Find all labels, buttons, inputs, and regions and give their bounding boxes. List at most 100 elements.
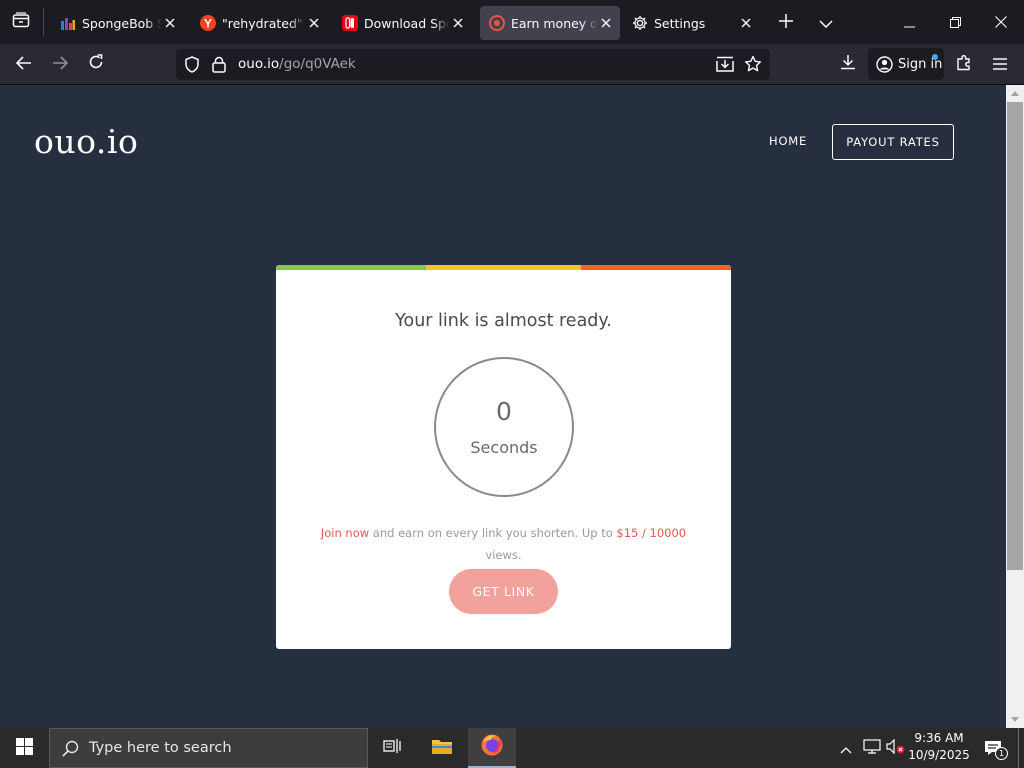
- nav-home-link[interactable]: HOME: [769, 134, 807, 148]
- search-icon: [62, 740, 79, 757]
- stripe-segment-yellow: [426, 265, 581, 270]
- notification-icon: 1: [984, 740, 1008, 760]
- reload-icon: [88, 54, 104, 74]
- tab-title: Download SpongeBob: [364, 15, 450, 31]
- tab-ouo-earn-money[interactable]: Earn money on short links: [480, 6, 620, 40]
- tab-settings[interactable]: Settings: [620, 6, 762, 40]
- url-path: /go/q0VAek: [279, 56, 356, 72]
- back-button[interactable]: [8, 48, 40, 80]
- windows-logo-icon: [15, 737, 33, 759]
- show-hidden-icons-button[interactable]: [836, 728, 856, 768]
- close-tab-icon[interactable]: [450, 15, 466, 31]
- link-ready-card: Your link is almost ready. 0 Seconds Joi…: [276, 265, 731, 649]
- puzzle-piece-icon: [956, 54, 973, 75]
- promo-suffix: views.: [485, 548, 522, 562]
- folder-icon: [431, 737, 453, 759]
- restore-icon: [949, 13, 961, 32]
- file-explorer-taskbar-button[interactable]: [420, 728, 464, 768]
- yandex-icon: [200, 15, 216, 31]
- tab-title: SpongeBob Squarepants: [82, 15, 162, 31]
- reload-button[interactable]: [80, 48, 112, 80]
- close-tab-icon[interactable]: [738, 15, 754, 31]
- action-center-button[interactable]: 1: [978, 728, 1008, 768]
- close-window-button[interactable]: [978, 0, 1024, 44]
- forward-button[interactable]: [44, 48, 76, 80]
- start-button[interactable]: [0, 728, 48, 768]
- stripe-segment-orange: [581, 265, 731, 270]
- page-scrollbar[interactable]: [1006, 85, 1024, 728]
- show-desktop-button[interactable]: [1018, 728, 1019, 768]
- firefox-taskbar-button[interactable]: [468, 728, 516, 768]
- plus-icon: [779, 13, 793, 32]
- nav-payout-rates-button[interactable]: PAYOUT RATES: [832, 124, 954, 160]
- save-to-pocket-icon[interactable]: [716, 56, 734, 77]
- site-logo[interactable]: ouo.io: [34, 122, 138, 161]
- network-status-button[interactable]: [860, 728, 884, 768]
- task-view-icon: [383, 738, 401, 758]
- minimize-window-button[interactable]: [886, 0, 932, 44]
- volume-button[interactable]: [884, 728, 906, 768]
- tab-spongebob[interactable]: SpongeBob Squarepants: [48, 6, 184, 40]
- firefox-view-button[interactable]: [0, 0, 42, 44]
- hamburger-menu-icon: [993, 55, 1007, 74]
- restore-window-button[interactable]: [932, 0, 978, 44]
- taskbar-search-box[interactable]: Type here to search: [49, 728, 368, 768]
- app-menu-button[interactable]: [984, 48, 1016, 80]
- tab-title: "rehydrated" "nsp": [222, 15, 306, 31]
- card-title: Your link is almost ready.: [395, 311, 612, 331]
- notification-dot: [932, 54, 938, 60]
- lock-icon[interactable]: [212, 56, 226, 77]
- clock-date: 10/9/2025: [908, 748, 970, 762]
- list-all-tabs-button[interactable]: [810, 0, 842, 44]
- new-tab-button[interactable]: [770, 0, 802, 44]
- windows-taskbar: Type here to search 9:36 AM 10/9/2025 1: [0, 728, 1024, 768]
- scroll-down-arrow-icon[interactable]: [1006, 711, 1024, 728]
- close-tab-icon[interactable]: [162, 15, 178, 31]
- chevron-up-icon: [840, 739, 852, 758]
- account-sign-in-button[interactable]: Sign in: [868, 48, 944, 80]
- get-link-button[interactable]: GET LINK: [449, 569, 558, 614]
- close-tab-icon[interactable]: [598, 15, 614, 31]
- tab-title: Settings: [654, 15, 706, 31]
- tab-divider: [43, 8, 44, 36]
- bookmark-star-icon[interactable]: [744, 55, 762, 77]
- tv-logo-icon: [60, 15, 76, 31]
- url-text[interactable]: ouo.io/go/q0VAek: [238, 49, 356, 80]
- close-tab-icon[interactable]: [306, 15, 322, 31]
- ouo-target-icon: [489, 15, 505, 31]
- close-icon: [995, 13, 1007, 32]
- tracking-protection-shield-icon[interactable]: [184, 56, 200, 77]
- countdown-circle: 0 Seconds: [434, 357, 574, 497]
- arrow-right-icon: [52, 55, 69, 74]
- downloads-button[interactable]: [832, 48, 864, 80]
- url-host: ouo.io: [238, 56, 280, 72]
- task-view-button[interactable]: [370, 728, 414, 768]
- clock-time: 9:36 AM: [914, 731, 964, 745]
- scroll-up-arrow-icon[interactable]: [1006, 85, 1024, 102]
- address-bar[interactable]: ouo.io/go/q0VAek: [176, 49, 770, 80]
- minimize-icon: [903, 13, 915, 32]
- payout-rate: $15 / 10000: [616, 526, 687, 540]
- notification-count-badge: 1: [995, 747, 1008, 760]
- switch-console-icon: [342, 15, 358, 31]
- webpage-viewport: ouo.io HOME PAYOUT RATES Your link is al…: [0, 85, 1006, 728]
- chevron-down-icon: [819, 13, 833, 32]
- promo-text: Join now and earn on every link you shor…: [320, 522, 687, 566]
- card-color-stripe: [276, 265, 731, 270]
- search-placeholder: Type here to search: [89, 740, 232, 756]
- promo-body: and earn on every link you shorten. Up t…: [369, 526, 617, 540]
- extensions-button[interactable]: [948, 48, 980, 80]
- account-icon: [876, 55, 893, 73]
- taskbar-clock[interactable]: 9:36 AM 10/9/2025: [906, 730, 972, 764]
- join-now-link[interactable]: Join now: [321, 526, 369, 540]
- tab-rehydrated[interactable]: "rehydrated" "nsp": [188, 6, 328, 40]
- firefox-view-icon: [12, 12, 30, 32]
- tab-title: Earn money on short links: [511, 15, 598, 31]
- arrow-left-icon: [15, 55, 32, 74]
- gear-icon: [632, 15, 648, 31]
- scrollbar-thumb[interactable]: [1007, 102, 1023, 570]
- browser-navigation-bar: ouo.io/go/q0VAek Sign in: [0, 44, 1024, 85]
- countdown-value: 0: [496, 397, 512, 426]
- tab-download-spongebob[interactable]: Download SpongeBob: [330, 6, 472, 40]
- download-icon: [840, 54, 856, 74]
